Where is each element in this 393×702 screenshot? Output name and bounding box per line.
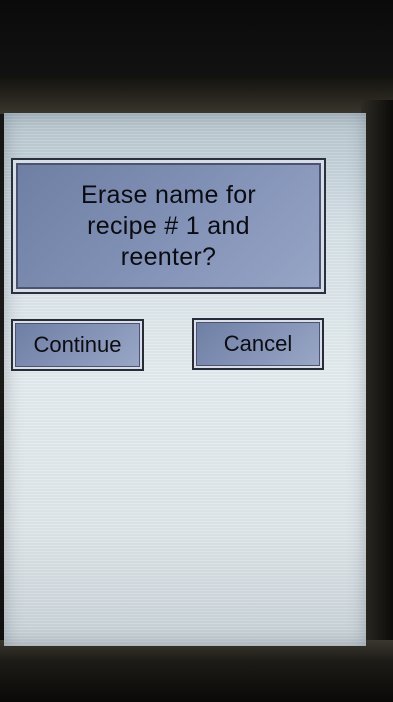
cancel-button[interactable]: Cancel <box>194 320 322 368</box>
device-photo: Erase name for recipe # 1 and reenter? C… <box>0 0 393 702</box>
device-bezel-top <box>0 78 393 114</box>
device-bezel-bottom <box>0 640 393 702</box>
confirmation-message-panel: Erase name for recipe # 1 and reenter? <box>13 160 324 292</box>
continue-button[interactable]: Continue <box>13 321 142 369</box>
touch-screen: Erase name for recipe # 1 and reenter? C… <box>4 113 366 646</box>
confirmation-message: Erase name for recipe # 1 and reenter? <box>80 180 257 271</box>
